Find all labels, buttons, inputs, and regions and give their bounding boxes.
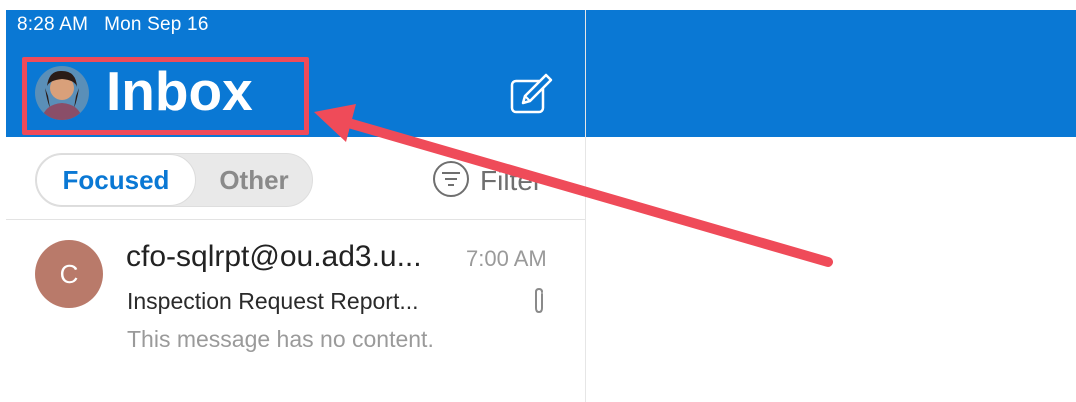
message-sender: cfo-sqlrpt@ou.ad3.u... [126,240,422,273]
annotation-highlight-box [22,57,309,135]
pane-divider [585,10,586,402]
status-bar: 8:28 AM Mon Sep 16 [17,14,209,36]
tab-other[interactable]: Other [196,154,312,206]
compose-icon[interactable] [509,71,555,115]
list-divider [6,219,585,220]
message-time: 7:00 AM [466,246,547,271]
tab-focused[interactable]: Focused [36,154,196,206]
filter-label: Filter [480,165,543,196]
paperclip-icon [530,286,548,316]
list-item[interactable]: C cfo-sqlrpt@ou.ad3.u... 7:00 AM Inspect… [6,222,585,372]
sender-avatar: C [35,240,103,308]
status-date: Mon Sep 16 [104,14,209,35]
status-time: 8:28 AM [17,14,89,35]
message-preview: This message has no content. [127,326,434,352]
filter-icon [432,160,470,203]
message-subject: Inspection Request Report... [127,288,419,314]
focused-other-toggle[interactable]: Focused Other [35,153,313,207]
filter-button[interactable]: Filter [432,160,543,203]
